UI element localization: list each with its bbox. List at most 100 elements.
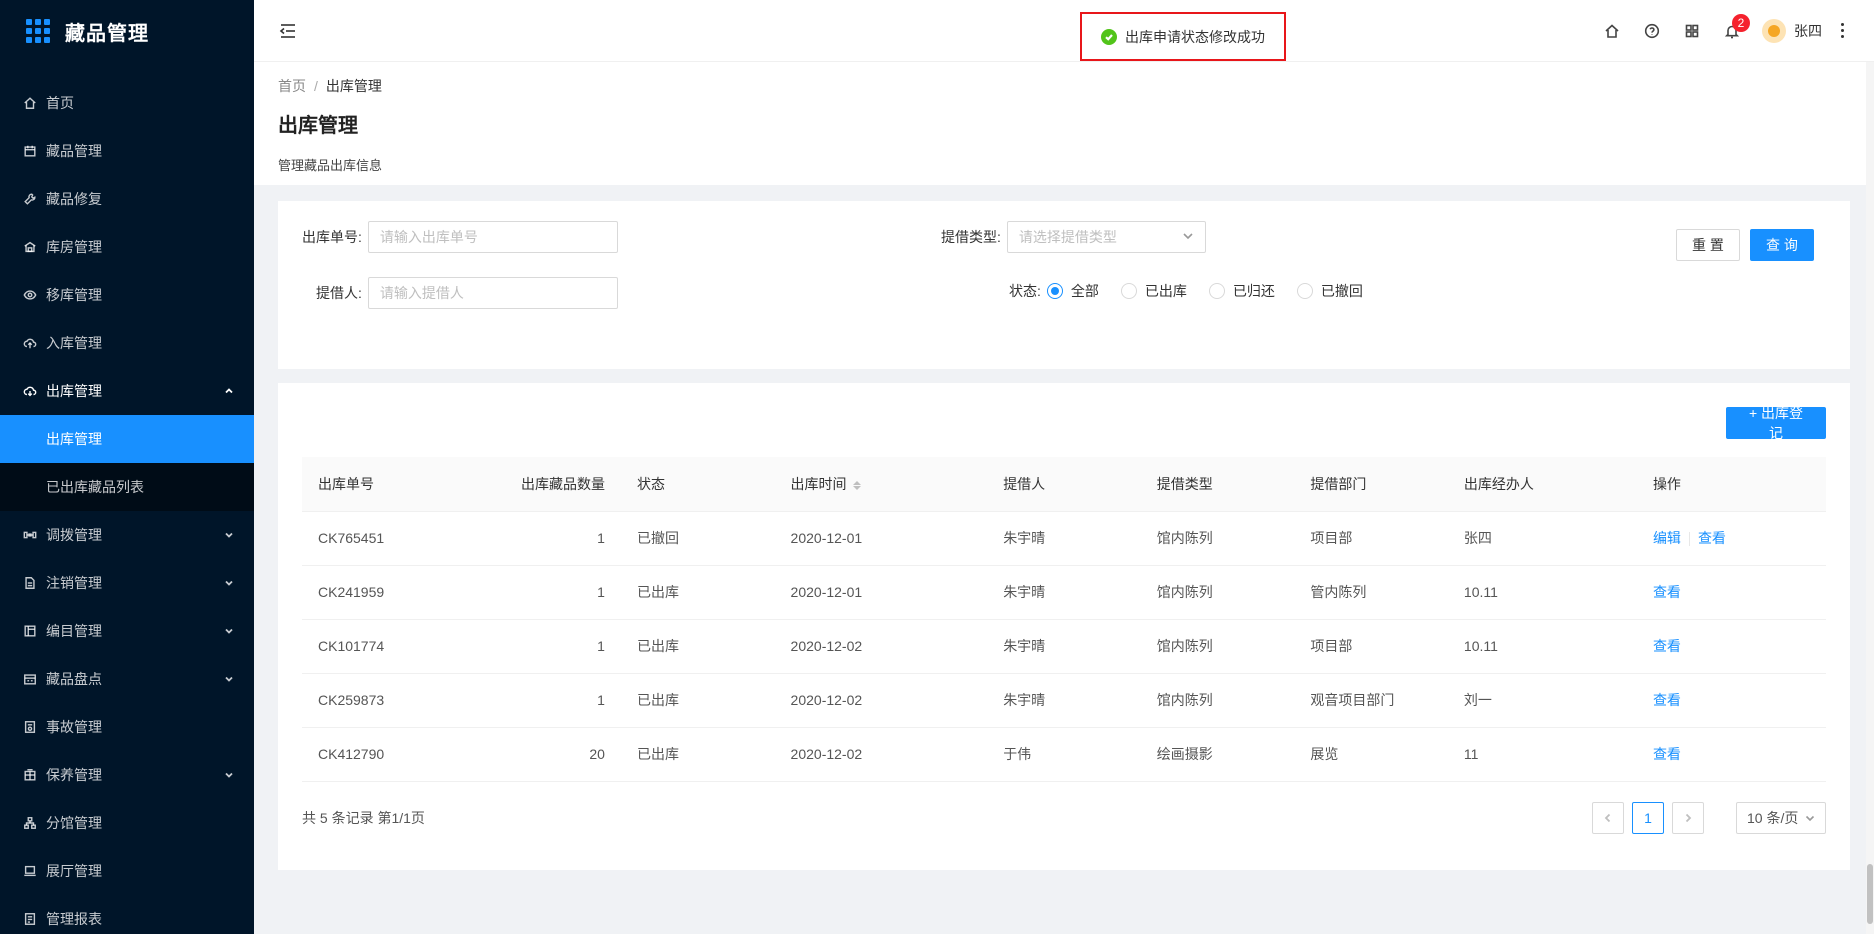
sidebar-item-0[interactable]: 首页 xyxy=(0,79,254,127)
cell-borrower: 朱宇晴 xyxy=(987,673,1141,728)
sidebar-item-2[interactable]: 藏品修复 xyxy=(0,175,254,223)
user-menu[interactable]: 张四 xyxy=(1762,18,1822,43)
page-number-button[interactable]: 1 xyxy=(1632,801,1664,834)
bell-icon[interactable]: 2 xyxy=(1712,11,1752,51)
logo[interactable]: 藏品管理 xyxy=(0,0,254,62)
cell-type: 馆内陈列 xyxy=(1140,565,1295,620)
column-header: 出库经办人 xyxy=(1447,457,1637,512)
more-vertical-icon[interactable] xyxy=(1834,23,1850,38)
sidebar-item-13[interactable]: 分馆管理 xyxy=(0,799,254,847)
submenu-item-outbound-list[interactable]: 已出库藏品列表 xyxy=(0,463,254,511)
edit-link[interactable]: 编辑 xyxy=(1653,530,1681,546)
borrower-input[interactable] xyxy=(367,277,618,309)
cell-status: 已出库 xyxy=(620,727,775,782)
page-size-value: 10 条/页 xyxy=(1747,809,1799,826)
cell-dept: 项目部 xyxy=(1294,511,1448,566)
sidebar-item-label: 展厅管理 xyxy=(46,863,102,879)
sidebar-item-label: 分馆管理 xyxy=(46,815,102,831)
next-page-button[interactable] xyxy=(1672,801,1704,834)
sidebar-item-15[interactable]: 管理报表 xyxy=(0,895,254,934)
table-row: CK101774 1 已出库 2020-12-02 朱宇晴 馆内陈列 项目部 10.11 查看 xyxy=(302,619,1826,674)
column-header[interactable]: 出库时间 xyxy=(774,457,988,512)
view-link[interactable]: 查看 xyxy=(1653,692,1681,708)
cell-dept: 观音项目部门 xyxy=(1294,673,1448,728)
radio-circle[interactable] xyxy=(1296,283,1313,299)
home-icon[interactable] xyxy=(1592,11,1632,51)
sidebar-item-10[interactable]: 藏品盘点 xyxy=(0,655,254,703)
warehouse-icon xyxy=(22,239,38,255)
cell-status: 已出库 xyxy=(620,673,775,728)
outbound-table: 出库单号 出库藏品数量 状态 出库时间 提借人 提借类型 提借部门 出库经办人 操作 CK765… xyxy=(302,457,1826,782)
sidebar-item-7[interactable]: 调拨管理 xyxy=(0,511,254,559)
sidebar-item-14[interactable]: 展厅管理 xyxy=(0,847,254,895)
page-size-select[interactable]: 10 条/页 xyxy=(1736,801,1826,834)
radio-circle[interactable] xyxy=(1120,283,1137,299)
app-root: 藏品管理 首页 藏品管理 藏品修复 库房管理 移库管理 入库管理 出库管理 出库管理 已出库藏品… xyxy=(0,0,1874,934)
sidebar-item-5[interactable]: 入库管理 xyxy=(0,319,254,367)
status-radio-option[interactable]: 已出库 xyxy=(1120,281,1187,301)
table-row: CK259873 1 已出库 2020-12-02 朱宇晴 馆内陈列 观音项目部门 刘一 查看 xyxy=(302,673,1826,728)
chevron-down-icon xyxy=(1805,815,1815,821)
sidebar-item-label: 出库管理 xyxy=(46,383,102,399)
column-header: 出库单号 xyxy=(302,457,480,512)
view-link[interactable]: 查看 xyxy=(1698,530,1726,546)
reset-button[interactable]: 重 置 xyxy=(1676,229,1740,261)
add-outbound-button[interactable]: + 出库登记 xyxy=(1726,405,1826,441)
cell-type: 绘画摄影 xyxy=(1140,727,1295,782)
chevron-down-icon xyxy=(224,674,234,684)
sidebar-item-4[interactable]: 移库管理 xyxy=(0,271,254,319)
query-button[interactable]: 查 询 xyxy=(1750,229,1814,261)
sidebar-item-6[interactable]: 出库管理 xyxy=(0,367,254,415)
status-radio-option[interactable]: 已归还 xyxy=(1208,281,1275,301)
sidebar-item-3[interactable]: 库房管理 xyxy=(0,223,254,271)
help-icon[interactable] xyxy=(1632,11,1672,51)
column-header-label: 提借类型 xyxy=(1156,475,1213,492)
view-link[interactable]: 查看 xyxy=(1653,584,1681,600)
sidebar-item-11[interactable]: 事故管理 xyxy=(0,703,254,751)
cell-handler: 10.11 xyxy=(1447,619,1637,674)
sidebar-item-label: 藏品修复 xyxy=(46,191,102,207)
cell-handler: 11 xyxy=(1447,727,1637,782)
username: 张四 xyxy=(1794,22,1822,39)
sidebar-item-1[interactable]: 藏品管理 xyxy=(0,127,254,175)
sidebar-item-8[interactable]: 注销管理 xyxy=(0,559,254,607)
cell-time: 2020-12-01 xyxy=(774,565,988,620)
file-icon xyxy=(22,575,38,591)
order-no-input[interactable] xyxy=(367,221,618,253)
sidebar-item-12[interactable]: 保养管理 xyxy=(0,751,254,799)
sidebar-item-label: 首页 xyxy=(46,95,74,111)
cell-type: 馆内陈列 xyxy=(1140,619,1295,674)
status-radio-option[interactable]: 已撤回 xyxy=(1296,281,1363,301)
chevron-up-icon xyxy=(224,386,234,396)
chevron-down-icon xyxy=(1182,229,1194,245)
notification-badge: 2 xyxy=(1732,13,1750,32)
column-header: 操作 xyxy=(1636,457,1826,512)
page-description: 管理藏品出库信息 xyxy=(278,158,383,173)
breadcrumb-home[interactable]: 首页 xyxy=(278,76,306,96)
sidebar-item-9[interactable]: 编目管理 xyxy=(0,607,254,655)
status-radio-option[interactable]: 全部 xyxy=(1046,281,1099,301)
view-link[interactable]: 查看 xyxy=(1653,746,1681,762)
cloud-download-icon xyxy=(22,383,38,399)
apps-icon[interactable] xyxy=(1672,11,1712,51)
column-header: 提借类型 xyxy=(1140,457,1295,512)
page-scrollbar[interactable] xyxy=(1866,62,1874,934)
prev-page-button[interactable] xyxy=(1592,801,1624,834)
cell-type: 馆内陈列 xyxy=(1140,673,1295,728)
column-header-label: 状态 xyxy=(636,475,665,492)
action-divider xyxy=(1688,532,1690,547)
sort-icon[interactable] xyxy=(852,480,861,490)
scrollbar-thumb[interactable] xyxy=(1867,864,1873,924)
view-link[interactable]: 查看 xyxy=(1653,638,1681,654)
sidebar-menu: 首页 藏品管理 藏品修复 库房管理 移库管理 入库管理 出库管理 出库管理 已出库藏品列表 调拨管… xyxy=(0,79,254,934)
table-row: CK241959 1 已出库 2020-12-01 朱宇晴 馆内陈列 管内陈列 10.11 查看 xyxy=(302,565,1826,620)
breadcrumb: 首页 / 出库管理 xyxy=(278,76,1850,96)
sidebar-item-label: 编目管理 xyxy=(46,623,102,639)
menu-fold-icon[interactable] xyxy=(278,21,298,41)
radio-circle[interactable] xyxy=(1208,283,1225,299)
page-title: 出库管理 xyxy=(278,115,358,137)
radio-circle[interactable] xyxy=(1046,283,1063,299)
check-circle-icon xyxy=(1101,28,1117,45)
borrow-type-select[interactable]: 请选择提借类型 xyxy=(1006,221,1206,253)
submenu-item-outbound[interactable]: 出库管理 xyxy=(0,415,254,463)
